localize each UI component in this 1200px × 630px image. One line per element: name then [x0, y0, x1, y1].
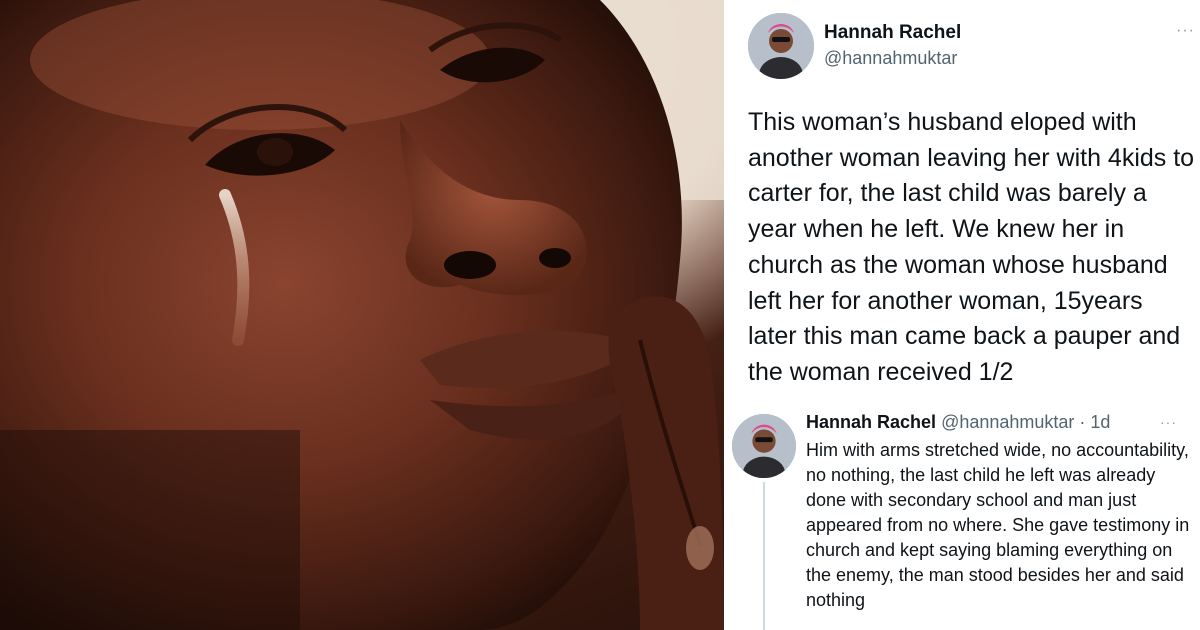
- photo-crying-woman: [0, 0, 724, 630]
- reply-author-avatar[interactable]: [732, 414, 796, 478]
- tweet-panel: Hannah Rachel @hannahmuktar ··· This wom…: [724, 0, 1200, 630]
- reply-more-dots-icon[interactable]: ···: [1160, 414, 1177, 430]
- thread-line: [763, 482, 765, 630]
- reply-text: Him with arms stretched wide, no account…: [806, 440, 1190, 610]
- reply-author-handle[interactable]: @hannahmuktar: [941, 412, 1074, 432]
- more-dots-icon[interactable]: ···: [1176, 22, 1195, 40]
- reply-timestamp[interactable]: 1d: [1090, 412, 1110, 432]
- reply-avatar-image: [732, 414, 796, 478]
- author-avatar[interactable]: [748, 13, 814, 79]
- photo-illustration: [0, 0, 724, 630]
- reply-separator: ·: [1074, 412, 1091, 432]
- author-handle[interactable]: @hannahmuktar: [824, 48, 957, 69]
- avatar-image: [748, 13, 814, 79]
- reply-author-name[interactable]: Hannah Rachel: [806, 412, 936, 432]
- reply-header: Hannah Rachel @hannahmuktar · 1d: [806, 412, 1110, 433]
- tweet-text: This woman’s husband eloped with another…: [748, 108, 1195, 386]
- author-name[interactable]: Hannah Rachel: [824, 22, 961, 44]
